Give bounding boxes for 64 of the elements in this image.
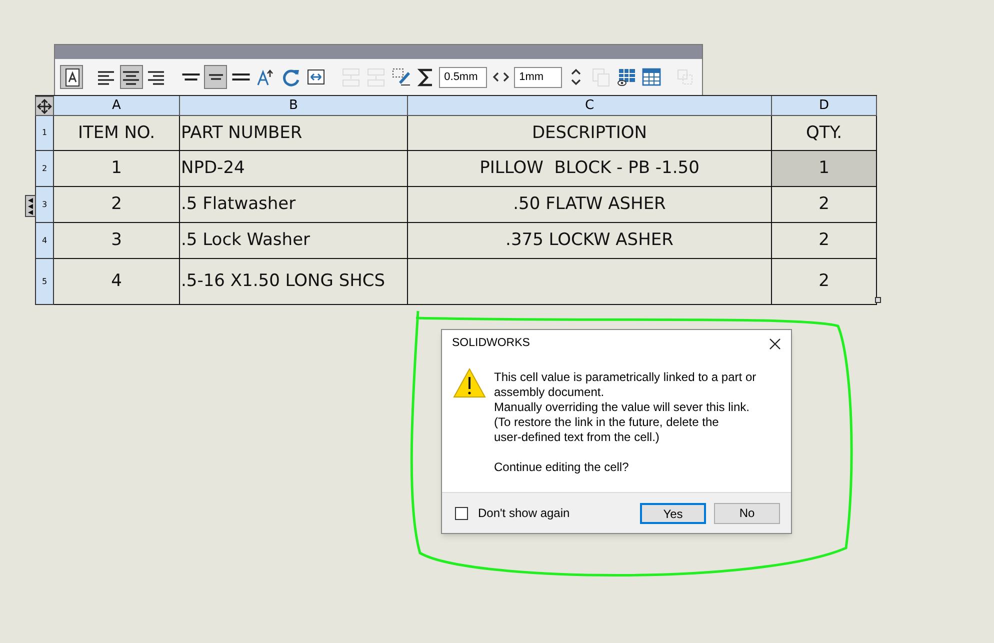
dialog-message: user-defined text from the cell.) — [494, 430, 660, 445]
table-cell[interactable]: .50 FLATW ASHER — [408, 187, 772, 223]
row-header[interactable]: 3 — [35, 187, 54, 223]
table-cell[interactable]: .5 Flatwasher — [180, 187, 408, 223]
table-cell[interactable]: .5-16 X1.50 LONG SHCS — [180, 259, 408, 305]
table-eye-icon — [616, 67, 636, 87]
warning-icon — [453, 368, 486, 398]
column-header[interactable]: C — [408, 96, 772, 116]
table-cell[interactable] — [408, 259, 772, 305]
table-cell[interactable]: ITEM NO. — [54, 116, 180, 151]
move-icon — [37, 98, 52, 114]
close-button[interactable] — [767, 336, 783, 352]
dialog-button[interactable]: No — [714, 502, 780, 524]
table-cell[interactable]: 2 — [54, 187, 180, 223]
dialog-message: assembly document. — [494, 385, 606, 400]
align-bottom-icon — [230, 72, 251, 82]
table-cell[interactable]: 3 — [54, 223, 180, 259]
column-header[interactable]: D — [772, 96, 877, 116]
size-field[interactable]: 1mm — [514, 66, 562, 88]
table-cell[interactable]: .375 LOCKW ASHER — [408, 223, 772, 259]
font-size-icon — [256, 67, 276, 87]
align-top-icon — [180, 72, 201, 82]
row-drag-handle-icon[interactable] — [25, 195, 36, 217]
dialog-message: (To restore the link in the future, delete the — [494, 415, 720, 430]
copy-table-icon — [590, 67, 611, 87]
row-header[interactable]: 4 — [35, 223, 54, 259]
table-cell[interactable]: PART NUMBER — [180, 116, 408, 151]
dialog-message: This cell value is parametrically linked to a part or — [494, 370, 756, 385]
row-header[interactable]: 5 — [35, 259, 54, 305]
row-header[interactable]: 2 — [35, 151, 54, 187]
size-field[interactable]: 0.5mm — [439, 66, 488, 88]
toolbar-button[interactable] — [204, 65, 228, 89]
table-cell[interactable]: 2 — [772, 259, 877, 305]
dialog-message: Manually overriding the value will sever this link. — [494, 400, 750, 415]
row-header[interactable]: 1 — [35, 116, 54, 151]
table-cell[interactable]: DESCRIPTION — [408, 116, 772, 151]
rotate-icon — [280, 67, 301, 87]
frame-icon — [675, 67, 696, 87]
table-icon — [640, 67, 661, 87]
table-cell[interactable]: 2 — [772, 223, 877, 259]
checkbox-label: Don't show again — [478, 505, 570, 522]
insert-row-below-icon — [340, 67, 361, 87]
column-header[interactable]: B — [180, 96, 408, 116]
table-cell[interactable]: .5 Lock Washer — [180, 223, 408, 259]
dialog-title: SOLIDWORKS — [452, 336, 530, 352]
resize-handle[interactable] — [875, 297, 881, 303]
table-cell[interactable]: 2 — [772, 187, 877, 223]
pencil-icon — [390, 67, 411, 87]
table-cell[interactable]: QTY. — [772, 116, 877, 151]
close-icon — [769, 338, 781, 350]
checkbox[interactable] — [455, 506, 468, 520]
table-cell[interactable]: 4 — [54, 259, 180, 305]
table-cell[interactable]: NPD-24 — [180, 151, 408, 187]
table-cell[interactable]: PILLOW BLOCK - PB -1.50 — [408, 151, 772, 187]
move-handle[interactable] — [35, 96, 54, 116]
table-cell[interactable]: 1 — [54, 151, 180, 187]
table-cell[interactable]: 1 — [772, 151, 877, 187]
dialog-button[interactable]: Yes — [640, 502, 706, 524]
toolbar-button[interactable] — [60, 65, 84, 89]
fit-width-icon — [306, 67, 326, 87]
dialog-question: Continue editing the cell? — [494, 460, 630, 475]
column-header[interactable]: A — [54, 96, 180, 116]
toolbar-button[interactable] — [120, 65, 143, 89]
insert-row-above-icon — [366, 67, 386, 87]
